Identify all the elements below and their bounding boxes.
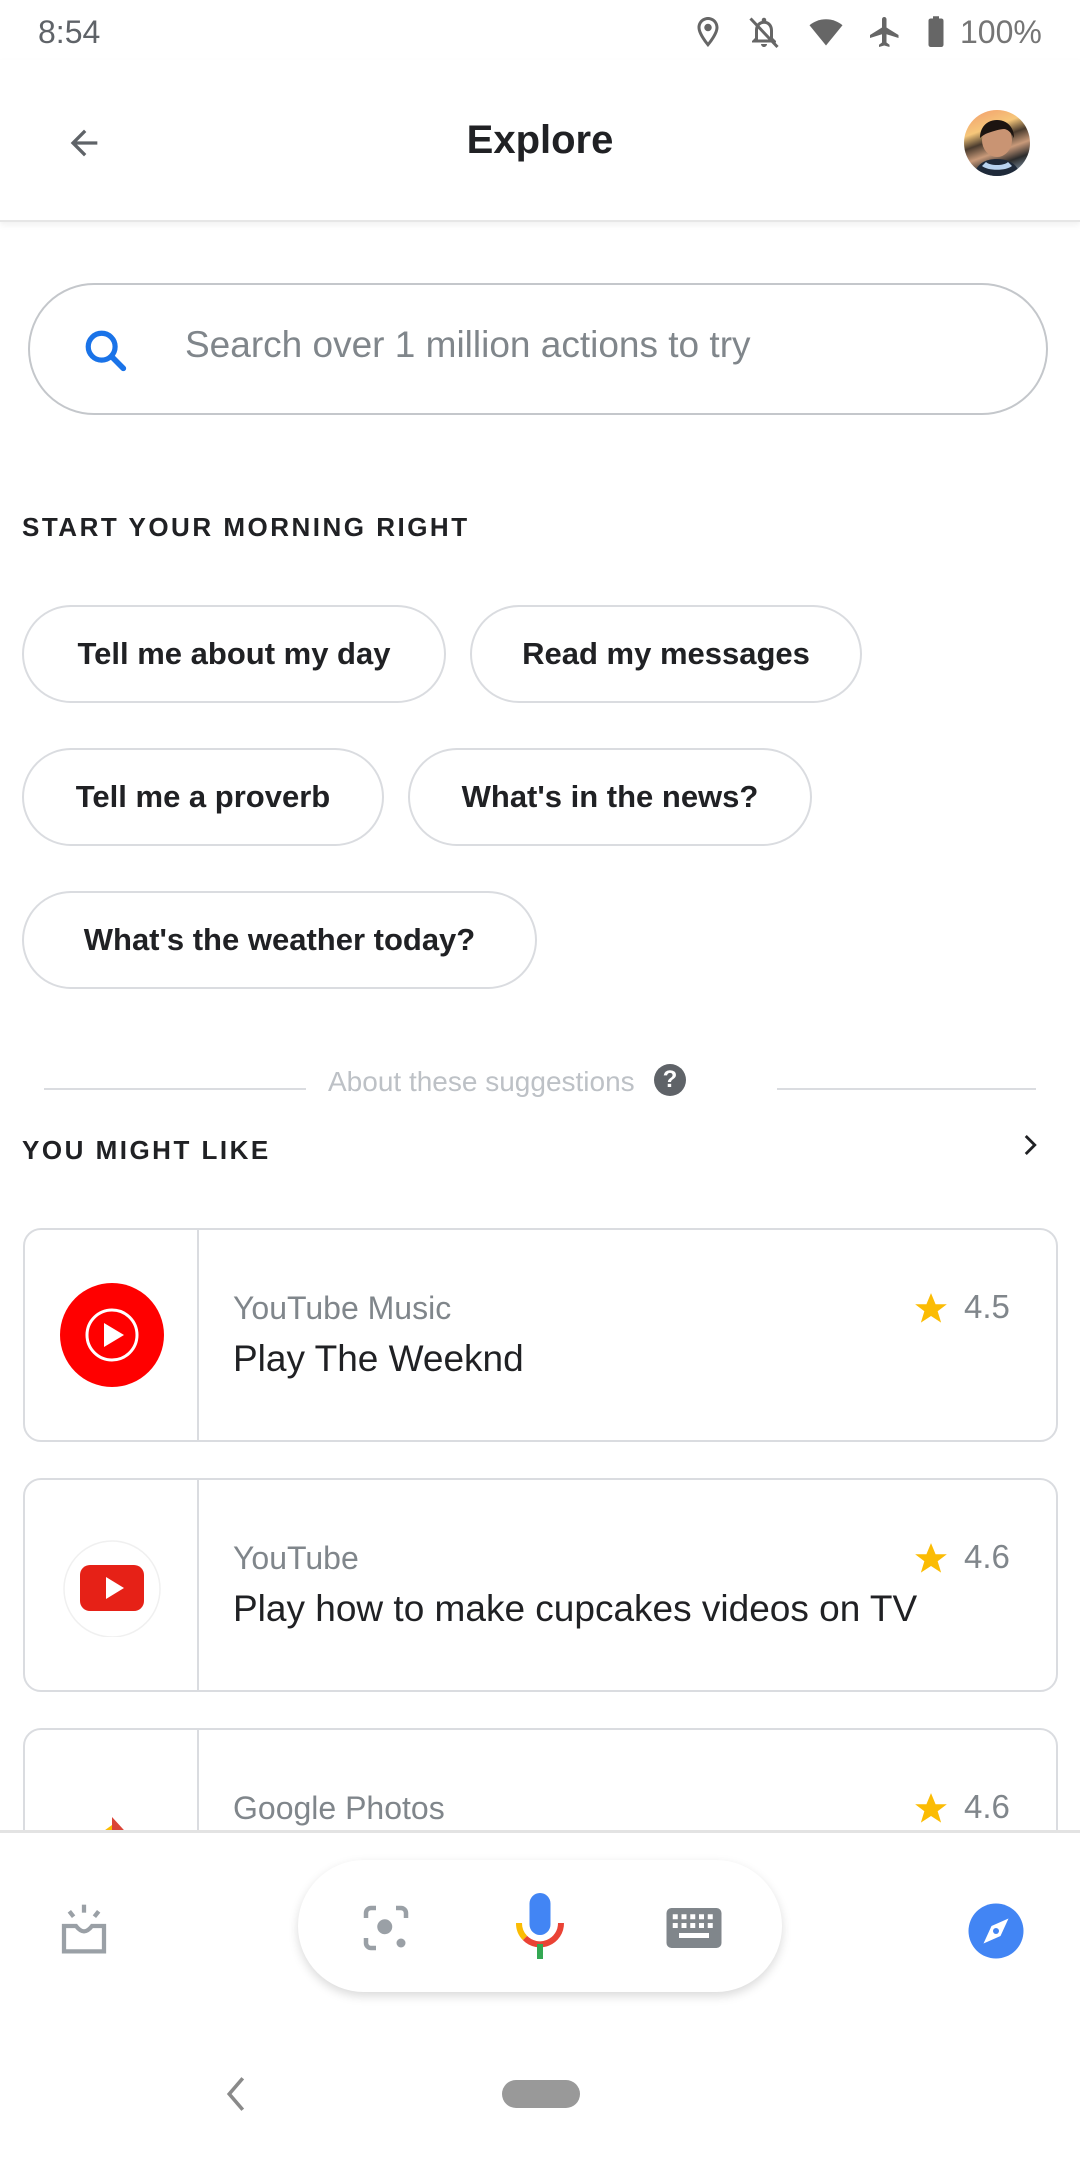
keyboard-icon[interactable] (664, 1900, 724, 1956)
section-heading-morning: START YOUR MORNING RIGHT (22, 512, 470, 542)
card-divider (197, 1230, 199, 1440)
status-time: 8:54 (38, 14, 101, 50)
rating-value: 4.6 (964, 1788, 1010, 1825)
suggestion-card[interactable]: YouTube Play how to make cupcakes videos… (23, 1478, 1058, 1692)
suggestion-card[interactable]: YouTube Music Play The Weeknd 4.5 (23, 1228, 1058, 1442)
search-placeholder: Search over 1 million actions to try (185, 324, 751, 365)
updates-icon[interactable] (52, 1898, 116, 1962)
app-name: Google Photos (233, 1790, 445, 1826)
card-divider (197, 1480, 199, 1690)
chip-read-my-messages[interactable]: Read my messages (470, 605, 862, 703)
microphone-icon[interactable] (504, 1890, 576, 1968)
chevron-right-icon[interactable] (1016, 1128, 1046, 1162)
avatar-photo (974, 120, 1020, 176)
help-icon[interactable]: ? (654, 1064, 686, 1096)
nav-back-icon[interactable] (222, 2076, 250, 2112)
location-icon (697, 17, 719, 47)
user-avatar[interactable] (964, 110, 1030, 176)
bell-off-icon (749, 17, 779, 49)
airplane-icon (870, 17, 899, 47)
wifi-icon (809, 19, 843, 46)
chip-weather-today[interactable]: What's the weather today? (22, 891, 537, 989)
page-title: Explore (466, 118, 614, 162)
chip-whats-in-the-news[interactable]: What's in the news? (408, 748, 812, 846)
star-icon (915, 1793, 947, 1823)
divider-right (777, 1088, 1036, 1090)
star-icon (915, 1293, 947, 1323)
section-heading-might-like: YOU MIGHT LIKE (22, 1135, 271, 1165)
action-title: Play The Weeknd (233, 1338, 524, 1379)
divider-left (44, 1088, 306, 1090)
action-title: Play how to make cupcakes videos on TV (233, 1588, 918, 1629)
rating-value: 4.6 (964, 1538, 1010, 1575)
battery-icon (928, 16, 944, 47)
chip-tell-me-a-proverb[interactable]: Tell me a proverb (22, 748, 384, 846)
nav-home-pill[interactable] (502, 2080, 580, 2108)
battery-percent: 100% (960, 14, 1042, 50)
app-name: YouTube Music (233, 1290, 452, 1326)
app-name: YouTube (233, 1540, 359, 1576)
youtube-icon (63, 1540, 161, 1637)
youtube-music-icon (60, 1283, 164, 1387)
explore-compass-icon[interactable] (966, 1901, 1026, 1961)
lens-icon[interactable] (356, 1898, 416, 1958)
rating-value: 4.5 (964, 1288, 1010, 1325)
star-icon (915, 1543, 947, 1573)
search-icon (85, 330, 127, 372)
about-suggestions-link[interactable]: About these suggestions (328, 1066, 635, 1098)
chip-tell-me-about-my-day[interactable]: Tell me about my day (22, 605, 446, 703)
